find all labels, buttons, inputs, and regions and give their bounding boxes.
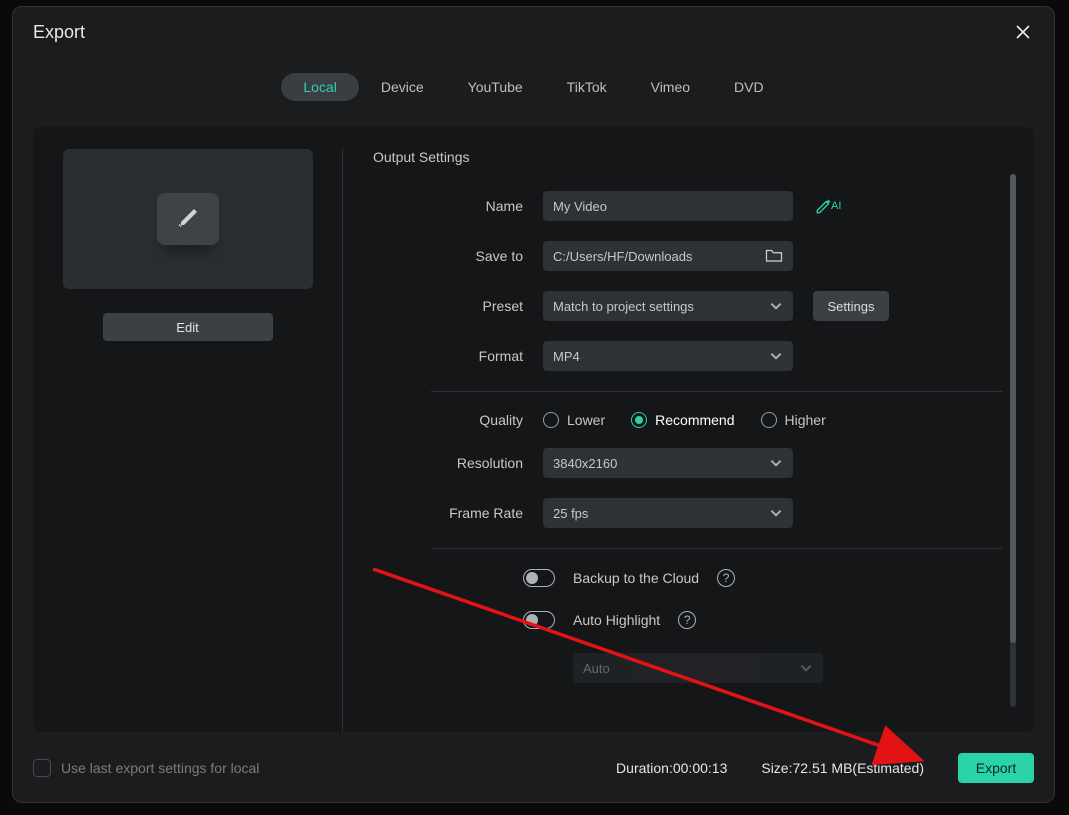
auto-highlight-select: Auto bbox=[573, 653, 823, 683]
auto-highlight-value: Auto bbox=[583, 661, 610, 676]
export-dialog: Export LocalDeviceYouTubeTikTokVimeoDVD … bbox=[12, 6, 1055, 803]
backup-row: Backup to the Cloud ? bbox=[373, 569, 1002, 587]
save-to-path: C:/Users/HF/Downloads bbox=[553, 249, 692, 264]
quality-radio-higher[interactable]: Higher bbox=[761, 412, 826, 428]
settings-column: Output Settings Name AI Save to C:/Users… bbox=[343, 149, 1024, 732]
format-row: Format MP4 bbox=[373, 341, 1002, 371]
tab-device[interactable]: Device bbox=[359, 73, 446, 101]
use-last-settings[interactable]: Use last export settings for local bbox=[33, 759, 259, 777]
pencil-icon bbox=[176, 205, 200, 234]
folder-icon[interactable] bbox=[765, 247, 783, 266]
use-last-checkbox[interactable] bbox=[33, 759, 51, 777]
preview-thumbnail[interactable] bbox=[63, 149, 313, 289]
scrollbar-thumb[interactable] bbox=[1010, 174, 1016, 643]
name-row: Name AI bbox=[373, 191, 1002, 221]
format-label: Format bbox=[373, 348, 543, 364]
divider bbox=[431, 548, 1002, 549]
chevron-down-icon bbox=[799, 661, 813, 675]
chevron-down-icon bbox=[769, 349, 783, 363]
frame-rate-select[interactable]: 25 fps bbox=[543, 498, 793, 528]
preset-row: Preset Match to project settings Setting… bbox=[373, 291, 1002, 321]
output-settings-heading: Output Settings bbox=[373, 149, 1002, 165]
chevron-down-icon bbox=[769, 456, 783, 470]
export-tabs: LocalDeviceYouTubeTikTokVimeoDVD bbox=[13, 73, 1054, 101]
quality-radio-recommend[interactable]: Recommend bbox=[631, 412, 734, 428]
dialog-body: Edit Output Settings Name AI Save to C:/… bbox=[33, 127, 1034, 732]
name-input[interactable] bbox=[543, 191, 793, 221]
tab-dvd[interactable]: DVD bbox=[712, 73, 786, 101]
footer-info: Duration:00:00:13 Size:72.51 MB(Estimate… bbox=[616, 760, 924, 776]
frame-rate-row: Frame Rate 25 fps bbox=[373, 498, 1002, 528]
save-to-row: Save to C:/Users/HF/Downloads bbox=[373, 241, 1002, 271]
close-icon[interactable] bbox=[1012, 21, 1034, 43]
use-last-label: Use last export settings for local bbox=[61, 760, 259, 776]
chevron-down-icon bbox=[769, 299, 783, 313]
ai-name-icon[interactable]: AI bbox=[815, 197, 841, 215]
name-input-field[interactable] bbox=[553, 199, 783, 214]
save-to-label: Save to bbox=[373, 248, 543, 264]
save-to-field[interactable]: C:/Users/HF/Downloads bbox=[543, 241, 793, 271]
tab-vimeo[interactable]: Vimeo bbox=[629, 73, 712, 101]
auto-highlight-toggle[interactable] bbox=[523, 611, 555, 629]
tab-tiktok[interactable]: TikTok bbox=[545, 73, 629, 101]
frame-rate-value: 25 fps bbox=[553, 506, 588, 521]
backup-label: Backup to the Cloud bbox=[573, 570, 699, 586]
dialog-title: Export bbox=[33, 22, 85, 43]
name-label: Name bbox=[373, 198, 543, 214]
resolution-select[interactable]: 3840x2160 bbox=[543, 448, 793, 478]
quality-radio-group: Lower Recommend Higher bbox=[543, 412, 826, 428]
export-button[interactable]: Export bbox=[958, 753, 1034, 783]
tab-youtube[interactable]: YouTube bbox=[446, 73, 545, 101]
auto-highlight-value-row: Auto bbox=[373, 653, 1002, 683]
help-icon[interactable]: ? bbox=[678, 611, 696, 629]
tab-local[interactable]: Local bbox=[281, 73, 358, 101]
edit-thumbnail-button[interactable]: Edit bbox=[103, 313, 273, 341]
quality-label: Quality bbox=[373, 412, 543, 428]
resolution-row: Resolution 3840x2160 bbox=[373, 448, 1002, 478]
size-info: Size:72.51 MB(Estimated) bbox=[761, 760, 924, 776]
resolution-value: 3840x2160 bbox=[553, 456, 617, 471]
format-value: MP4 bbox=[553, 349, 580, 364]
backup-toggle[interactable] bbox=[523, 569, 555, 587]
chevron-down-icon bbox=[769, 506, 783, 520]
preset-settings-button[interactable]: Settings bbox=[813, 291, 889, 321]
auto-highlight-label: Auto Highlight bbox=[573, 612, 660, 628]
quality-row: Quality Lower Recommend Higher bbox=[373, 412, 1002, 428]
titlebar: Export bbox=[13, 7, 1054, 49]
help-icon[interactable]: ? bbox=[717, 569, 735, 587]
frame-rate-label: Frame Rate bbox=[373, 505, 543, 521]
auto-highlight-row: Auto Highlight ? bbox=[373, 611, 1002, 629]
thumbnail-edit-tile bbox=[157, 193, 219, 245]
divider bbox=[431, 391, 1002, 392]
preset-label: Preset bbox=[373, 298, 543, 314]
resolution-label: Resolution bbox=[373, 455, 543, 471]
format-select[interactable]: MP4 bbox=[543, 341, 793, 371]
quality-radio-lower[interactable]: Lower bbox=[543, 412, 605, 428]
preset-value: Match to project settings bbox=[553, 299, 694, 314]
dialog-footer: Use last export settings for local Durat… bbox=[33, 746, 1034, 790]
duration-info: Duration:00:00:13 bbox=[616, 760, 727, 776]
scrollbar[interactable] bbox=[1010, 174, 1016, 707]
preview-column: Edit bbox=[63, 149, 343, 732]
preset-select[interactable]: Match to project settings bbox=[543, 291, 793, 321]
